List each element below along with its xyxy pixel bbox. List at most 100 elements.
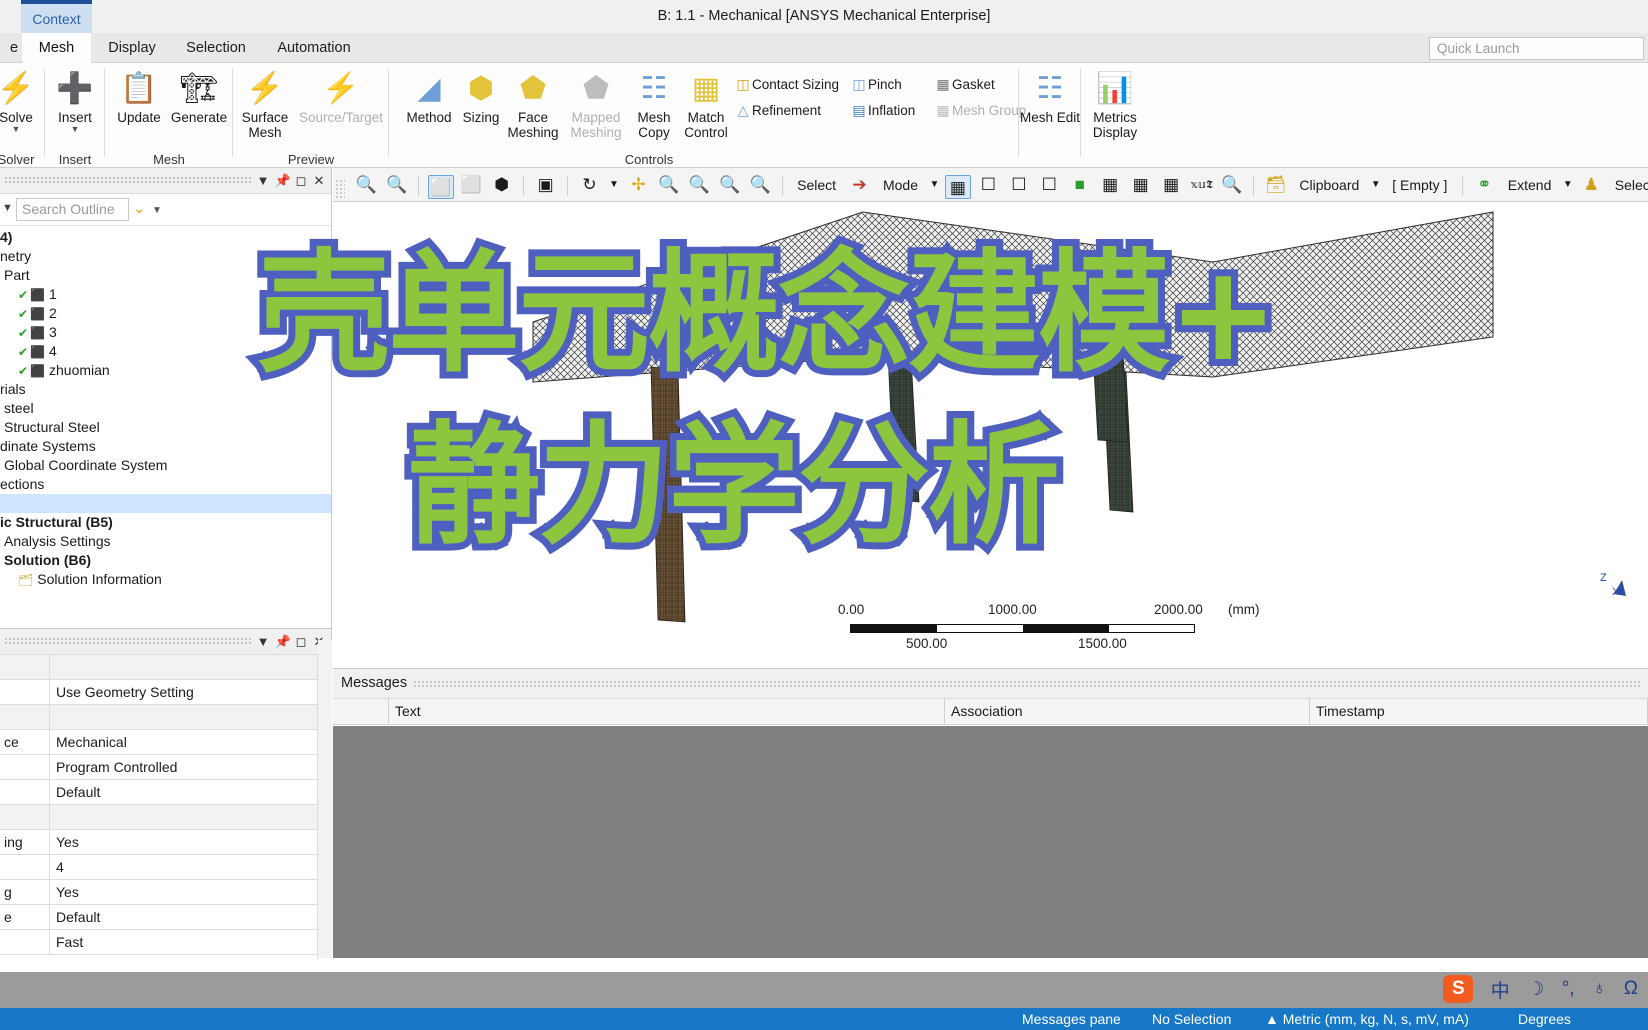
ime-chinese-icon[interactable]: 中 [1491, 976, 1510, 1003]
status-messages-pane[interactable]: Messages pane [1022, 1008, 1121, 1030]
selection-filter-icon[interactable]: ▦ [944, 175, 971, 199]
ime-voice-icon[interactable]: ♁ [1592, 978, 1606, 1000]
shaded-exterior-icon[interactable]: ⬜ [458, 168, 484, 201]
outline-item[interactable]: Structural Steel [0, 418, 331, 437]
outline-item[interactable]: 4) [0, 228, 331, 247]
outline-item[interactable]: ✔ ⬛ zhuomian [0, 361, 331, 380]
outline-item[interactable]: steel [0, 399, 331, 418]
details-row[interactable]: ing Yes [0, 830, 317, 855]
vertex-select-icon[interactable]: ☐ [975, 168, 1001, 201]
coordinate-probe-icon[interactable]: 𝕩𝕦𝕿 [1189, 168, 1215, 201]
gasket-button[interactable]: ▦ Gasket [934, 73, 994, 95]
pin-icon[interactable]: 📌 [273, 632, 293, 652]
sogou-ime-icon[interactable]: S [1443, 975, 1474, 1003]
details-row-value[interactable]: Default [50, 780, 317, 804]
details-row-value[interactable]: Yes [50, 830, 317, 854]
tab-mesh[interactable]: Mesh [22, 33, 91, 63]
graphics-viewport[interactable]: 0.00 1000.00 2000.00 (mm) 500.00 1500.00… [333, 202, 1648, 668]
details-row-value[interactable]: Yes [50, 880, 317, 904]
outline-item[interactable] [0, 494, 331, 513]
node-select-icon[interactable]: ▦ [1097, 168, 1123, 201]
zoom-icon[interactable]: 🔍 [656, 168, 682, 201]
inflation-button[interactable]: ▤ Inflation [850, 99, 915, 121]
search-options-icon[interactable]: ▼ [152, 205, 162, 216]
axis-triad[interactable]: Z X [1600, 572, 1640, 612]
maximize-icon[interactable]: ◻ [291, 171, 311, 191]
details-row-value[interactable] [50, 805, 317, 829]
details-row-value[interactable]: Fast [50, 930, 317, 954]
chevron-down-icon[interactable]: ▼ [0, 125, 48, 134]
messages-rows[interactable] [333, 726, 1648, 958]
details-row[interactable] [0, 705, 317, 730]
outline-item[interactable]: Global Coordinate System [0, 456, 331, 475]
details-row-value[interactable] [50, 705, 317, 729]
ime-halfwidth-icon[interactable]: ☽ [1527, 978, 1544, 1001]
left-pane-splitter[interactable] [318, 640, 332, 958]
outline-item[interactable]: ic Structural (B5) [0, 513, 331, 532]
chevron-down-icon[interactable]: ▼ [928, 168, 940, 201]
context-tab[interactable]: Context [21, 0, 92, 33]
outline-item[interactable]: ✔ ⬛ 2 [0, 304, 331, 323]
zoom-next-icon[interactable]: 🔍 [384, 168, 410, 201]
shaded-exterior-edges-icon[interactable]: ⬜ [427, 175, 454, 199]
details-table[interactable]: Use Geometry Setting ce Mechanical Program … [0, 655, 317, 958]
maximize-icon[interactable]: ◻ [291, 632, 311, 652]
details-row-value[interactable]: Use Geometry Setting [50, 680, 317, 704]
filter-dropdown-icon[interactable]: ▼ [2, 202, 13, 214]
outline-item[interactable]: netry [0, 247, 331, 266]
mapped-meshing-button[interactable]: ⬟ Mapped Meshing [564, 68, 628, 140]
select-by-icon[interactable]: ♟ [1578, 168, 1604, 201]
face-select-icon[interactable]: ☐ [1036, 168, 1062, 201]
pinch-button[interactable]: ◫ Pinch [850, 73, 901, 95]
details-row[interactable]: e Default [0, 905, 317, 930]
messages-col-text[interactable]: Text [389, 699, 945, 724]
outline-item[interactable]: Analysis Settings [0, 532, 331, 551]
solve-button[interactable]: ⚡ Solve ▼ [0, 68, 48, 134]
pin-icon[interactable]: 📌 [273, 171, 293, 191]
details-row-value[interactable]: Default [50, 905, 317, 929]
tab-selection[interactable]: Selection [173, 33, 259, 63]
magnifier-icon[interactable]: 🔍 [747, 168, 773, 201]
status-angle-unit[interactable]: Degrees [1518, 1008, 1571, 1030]
status-unit-system[interactable]: ▲ Metric (mm, kg, N, s, mV, mA) [1265, 1008, 1469, 1030]
drag-grip[interactable] [4, 637, 253, 646]
search-chevron-icon[interactable]: ⌄ [133, 199, 146, 217]
element-face-select-icon[interactable]: ▦ [1158, 168, 1184, 201]
drag-grip[interactable] [413, 680, 1642, 689]
edge-select-icon[interactable]: ☐ [1006, 168, 1032, 201]
tab-automation[interactable]: Automation [259, 33, 369, 63]
mode-button[interactable]: Mode [877, 168, 924, 201]
outline-item[interactable]: ✔ ⬛ 4 [0, 342, 331, 361]
match-control-button[interactable]: ▦ Match Control [674, 68, 738, 140]
insert-button[interactable]: ➕ Insert ▼ [43, 68, 107, 134]
show-vertices-icon[interactable]: ▣ [533, 168, 559, 201]
toolbar-grip[interactable] [335, 178, 345, 199]
details-row-value[interactable] [50, 655, 317, 679]
outline-item[interactable]: ✔ ⬛ 3 [0, 323, 331, 342]
zoom-to-fit-icon[interactable]: 🔍 [717, 168, 743, 201]
cursor-mode-icon[interactable]: ➔ [847, 168, 873, 201]
details-row[interactable]: Default [0, 780, 317, 805]
probe-icon[interactable]: 🔍 [1219, 168, 1245, 201]
chevron-down-icon[interactable]: ▼ [253, 632, 273, 652]
ime-punctuation-icon[interactable]: °, [1562, 978, 1575, 1000]
messages-col-association[interactable]: Association [945, 699, 1310, 724]
search-outline-input[interactable]: Search Outline [16, 198, 129, 221]
details-row[interactable]: Program Controlled [0, 755, 317, 780]
metrics-display-button[interactable]: 📊 Metrics Display [1083, 68, 1147, 140]
details-row[interactable]: Use Geometry Setting [0, 680, 317, 705]
details-row[interactable]: ce Mechanical [0, 730, 317, 755]
refinement-button[interactable]: △ Refinement [734, 99, 821, 121]
zoom-previous-icon[interactable]: 🔍 [353, 168, 379, 201]
chevron-down-icon[interactable]: ▼ [253, 171, 273, 191]
face-meshing-button[interactable]: ⬟ Face Meshing [501, 68, 565, 140]
outline-item[interactable]: Part [0, 266, 331, 285]
details-row[interactable]: 4 [0, 855, 317, 880]
update-mesh-button[interactable]: 📋 Update [107, 68, 171, 125]
messages-col-timestamp[interactable]: Timestamp [1310, 699, 1648, 724]
chevron-down-icon[interactable]: ▼ [607, 168, 621, 201]
mesh-edit-button[interactable]: ☷ Mesh Edit [1018, 68, 1082, 125]
ime-toolbox-icon[interactable]: Ω [1624, 978, 1638, 1000]
outline-item[interactable]: ✔ ⬛ 1 [0, 285, 331, 304]
extend-button[interactable]: Extend [1502, 168, 1558, 201]
